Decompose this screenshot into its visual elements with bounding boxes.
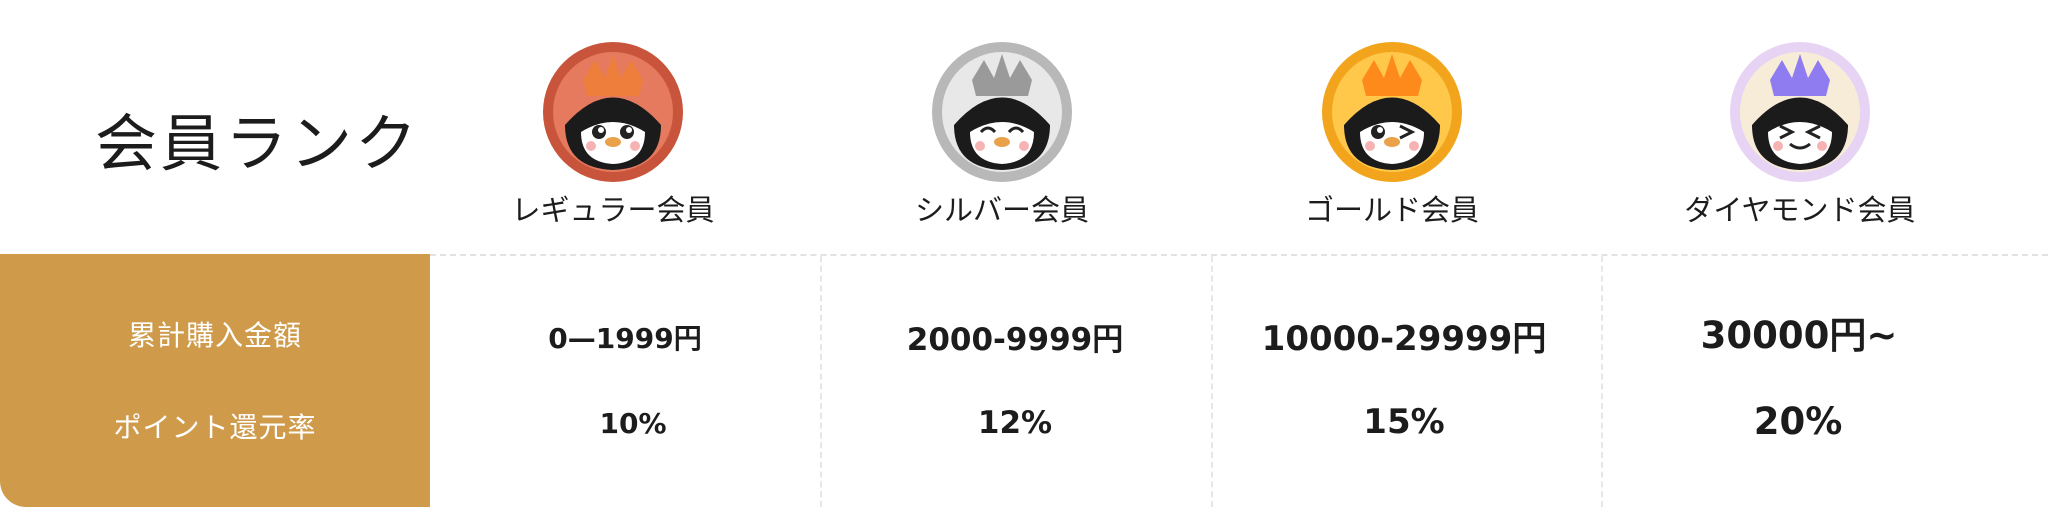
purchase-amount-silver: 2000-9999円 [906,322,1124,358]
rank-gold: ゴールド会員 [1202,36,1582,227]
rank-silver: シルバー会員 [812,36,1192,227]
penguin-regular-badge-icon [543,42,683,182]
rank-diamond: ダイヤモンド会員 [1610,36,1990,227]
penguin-diamond-badge-icon [1730,42,1870,182]
column-divider [820,256,822,507]
rank-name: シルバー会員 [914,193,1089,227]
penguin-gold-badge-icon [1322,42,1462,182]
point-rate-silver: 12% [977,405,1053,441]
column-divider [1601,256,1603,507]
point-rate-gold: 15% [1363,402,1445,442]
penguin-silver-badge-icon [932,42,1072,182]
point-rate-regular: 10% [599,407,667,440]
table-header-divider [430,254,2048,256]
rank-name: ダイヤモンド会員 [1684,193,1916,227]
column-divider [1211,256,1213,507]
purchase-amount-gold: 10000-29999円 [1261,319,1547,359]
purchase-amount-regular: 0—1999円 [548,322,702,355]
rank-regular: レギュラー会員 [423,36,803,227]
row-label-purchase: 累計購入金額 [127,319,302,352]
row-label-point-rate: ポイント還元率 [113,411,317,444]
rank-name: ゴールド会員 [1304,193,1479,227]
point-rate-diamond: 20% [1753,400,1843,443]
purchase-amount-diamond: 30000円~ [1700,314,1898,357]
rank-name: レギュラー会員 [511,193,715,227]
page-title: 会員ランク [95,107,421,180]
row-label-panel: 累計購入金額 ポイント還元率 [0,254,430,507]
